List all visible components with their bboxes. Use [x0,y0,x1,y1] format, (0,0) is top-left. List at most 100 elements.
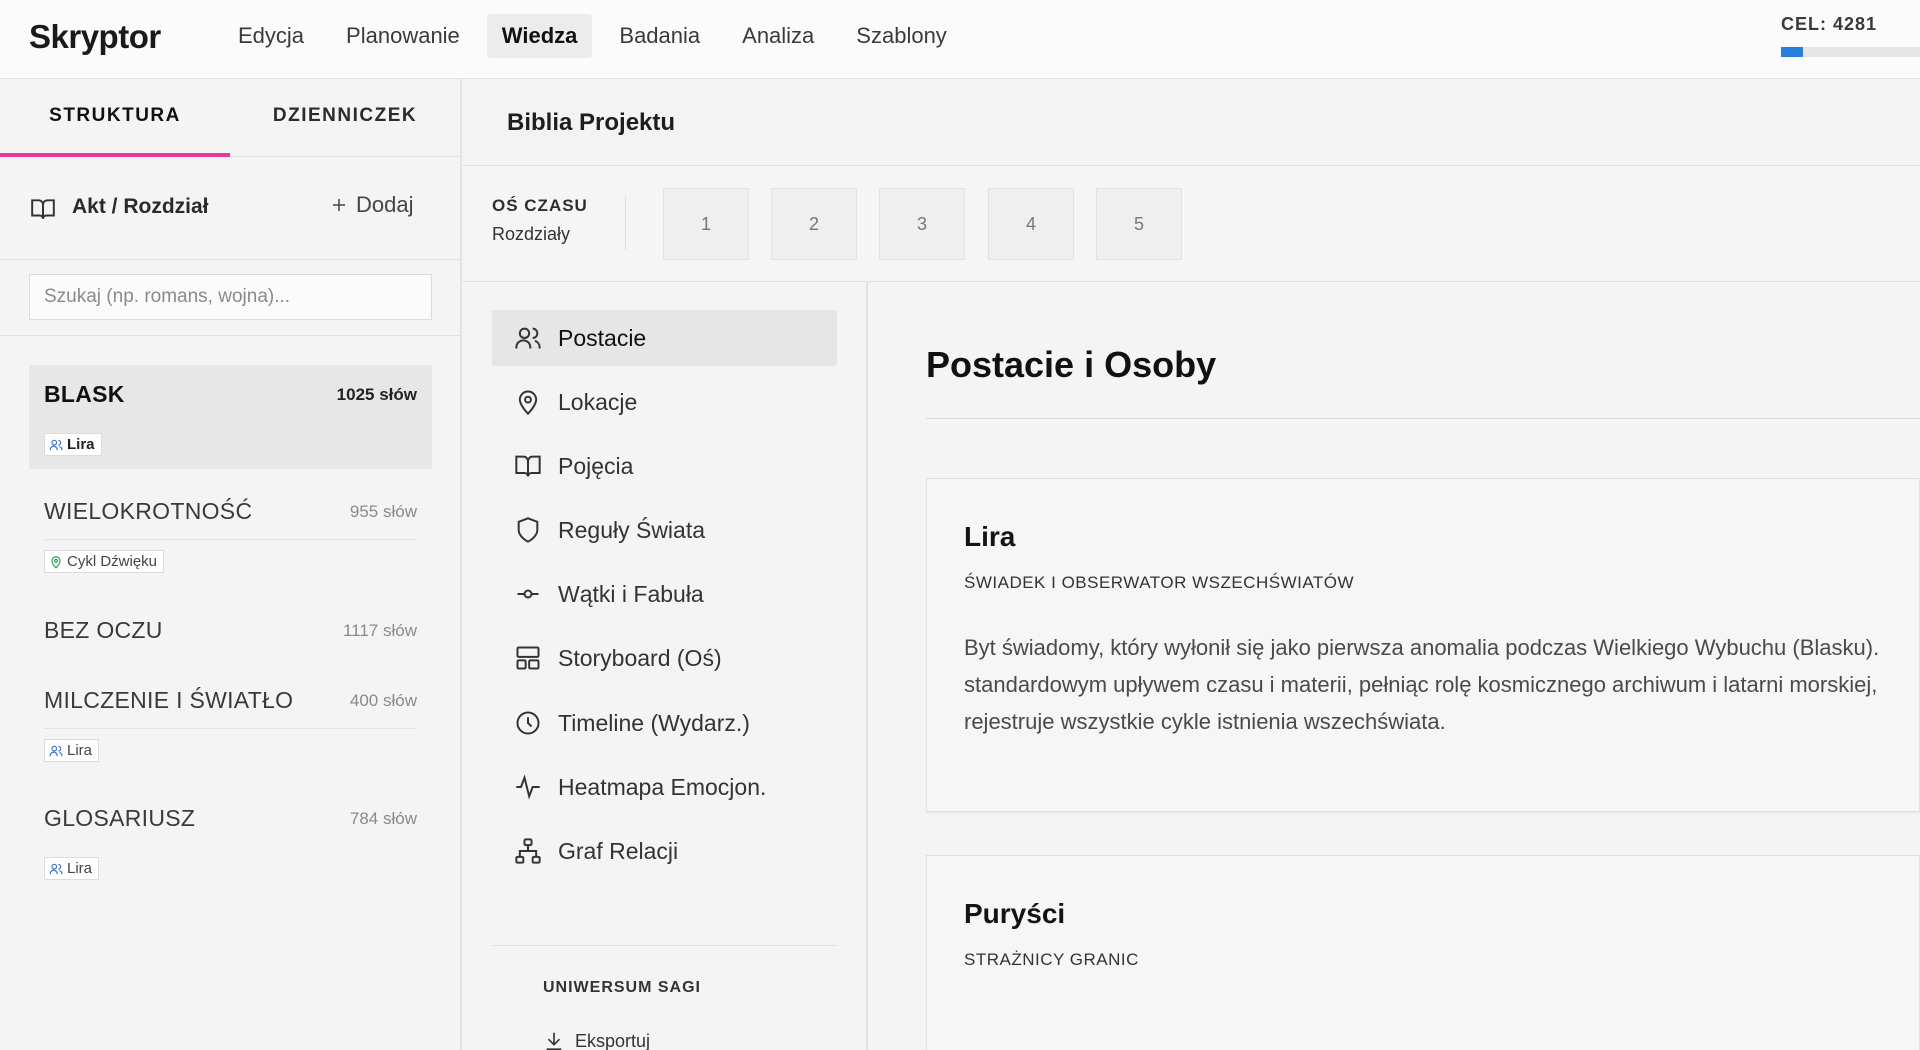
character-card-purysci[interactable]: Puryści STRAŻNICY GRANIC [926,855,1920,1050]
book-icon [515,455,541,477]
nav-analiza[interactable]: Analiza [727,14,829,58]
timeline-chapter-3[interactable]: 3 [879,188,965,260]
sidebar-tabs: STRUKTURA DZIENNICZEK [0,79,460,157]
nav-badania[interactable]: Badania [604,14,715,58]
timeline-chapter-2[interactable]: 2 [771,188,857,260]
divider [625,196,626,250]
knowledge-item-reguly-swiata[interactable]: Reguły Świata [492,502,837,558]
main-header: Biblia Projektu [462,79,1920,166]
commit-icon [517,589,539,599]
chapter-title: MILCZENIE I ŚWIATŁO [44,687,294,713]
timeline-chapter-1[interactable]: 1 [663,188,749,260]
tag-label: Lira [67,742,93,759]
shield-icon [517,517,539,543]
chapter-item-wielokrotnosc[interactable]: WIELOKROTNOŚĆ 955 słów Cykl Dźwięku [29,484,432,584]
character-role: ŚWIADEK I OBSERWATOR WSZECHŚWIATÓW [964,573,1355,592]
character-role: STRAŻNICY GRANIC [964,950,1139,969]
character-description: Byt świadomy, który wyłonił się jako pie… [964,629,1920,740]
act-chapter-label: Akt / Rozdział [72,195,209,218]
chapter-title: BEZ OCZU [44,617,163,643]
clock-icon [516,711,540,735]
users-icon [49,745,63,756]
goal-label: CEL: 4281 [1781,14,1878,34]
plus-icon [333,199,345,211]
chapter-title: BLASK [44,381,125,407]
knowledge-item-label: Storyboard (Oś) [558,644,722,671]
chapter-item-blask[interactable]: BLASK 1025 słów Lira [29,365,432,469]
timeline-label: OŚ CZASU [492,196,588,215]
timeline-chapter-4[interactable]: 4 [988,188,1074,260]
knowledge-item-storyboard[interactable]: Storyboard (Oś) [492,630,837,686]
knowledge-item-label: Heatmapa Emocjon. [558,773,767,800]
knowledge-item-label: Pojęcia [558,452,634,479]
tab-dzienniczek[interactable]: DZIENNICZEK [230,79,460,157]
activity-icon [516,774,540,800]
chapter-timeline: OŚ CZASU Rozdziały 1 2 3 4 5 [462,166,1920,282]
nav-szablony[interactable]: Szablony [841,14,962,58]
divider [926,418,1920,419]
knowledge-item-postacie[interactable]: Postacie [492,310,837,366]
knowledge-nav: Postacie Lokacje Pojęcia Reguły Świata W… [462,282,868,1050]
chapter-item-glosariusz[interactable]: GLOSARIUSZ 784 słów Lira [29,791,432,891]
character-name: Puryści [964,898,1066,929]
export-button[interactable]: Eksportuj [543,1030,650,1050]
chapter-word-count: 1117 słów [342,621,417,640]
knowledge-item-watki-i-fabula[interactable]: Wątki i Fabuła [492,566,837,622]
nav-wiedza[interactable]: Wiedza [486,14,593,58]
section-title: Postacie i Osoby [926,344,1217,385]
section-heading: UNIWERSUM SAGI [543,979,701,996]
knowledge-item-timeline[interactable]: Timeline (Wydarz.) [492,695,837,751]
nav-planowanie[interactable]: Planowanie [331,14,475,58]
chapter-item-milczenie-i-swiatlo[interactable]: MILCZENIE I ŚWIATŁO 400 słów Lira [29,673,432,773]
search-input[interactable] [29,274,432,320]
chapter-item-bez-oczu[interactable]: BEZ OCZU 1117 słów [29,603,432,663]
tag-label: Cykl Dźwięku [67,553,158,570]
chapter-word-count: 784 słów [349,809,417,828]
divider [0,335,460,336]
character-tag[interactable]: Lira [44,857,100,880]
character-tag[interactable]: Lira [44,433,102,456]
knowledge-item-label: Graf Relacji [558,837,679,864]
chapter-title: GLOSARIUSZ [44,805,196,831]
export-label: Eksportuj [575,1030,651,1050]
add-chapter-label: Dodaj [356,192,414,217]
tab-struktura[interactable]: STRUKTURA [0,79,230,157]
knowledge-item-label: Lokacje [558,388,638,415]
timeline-chapter-5[interactable]: 5 [1096,188,1182,260]
page-title: Biblia Projektu [507,109,676,136]
map-pin-icon [518,390,538,416]
main-nav: Edycja Planowanie Wiedza Badania Analiza… [223,14,974,58]
divider [492,945,837,946]
character-tag[interactable]: Lira [44,739,100,762]
chapter-word-count: 1025 słów [336,385,417,404]
knowledge-item-label: Postacie [558,324,647,351]
knowledge-item-label: Wątki i Fabuła [558,580,704,607]
chapter-title: WIELOKROTNOŚĆ [44,498,253,524]
chapter-word-count: 400 słów [349,691,417,710]
nav-edycja[interactable]: Edycja [223,14,319,58]
users-icon [515,327,541,349]
character-name: Lira [964,521,1016,552]
description-line: standardowym upływem czasu i materii, pe… [964,672,1878,697]
knowledge-item-heatmapa[interactable]: Heatmapa Emocjon. [492,759,837,815]
knowledge-item-lokacje[interactable]: Lokacje [492,374,837,430]
top-bar: Skryptor Edycja Planowanie Wiedza Badani… [0,0,1920,79]
character-card-lira[interactable]: Lira ŚWIADEK I OBSERWATOR WSZECHŚWIATÓW … [926,478,1920,812]
add-chapter-button[interactable]: Dodaj [330,192,413,218]
description-line: Byt świadomy, który wyłonił się jako pie… [964,635,1880,660]
timeline-sublabel: Rozdziały [492,224,571,244]
knowledge-item-graf-relacji[interactable]: Graf Relacji [492,823,837,879]
sidebar-header: Akt / Rozdział Dodaj [0,158,460,260]
knowledge-item-label: Reguły Świata [558,516,706,543]
layout-icon [516,646,540,670]
book-icon [31,199,55,219]
users-icon [49,863,63,874]
location-tag[interactable]: Cykl Dźwięku [44,550,165,573]
map-pin-icon [51,555,61,569]
characters-panel: Postacie i Osoby Lira ŚWIADEK I OBSERWAT… [868,282,1920,1050]
knowledge-item-pojecia[interactable]: Pojęcia [492,438,837,494]
goal-progress-fill [1781,47,1804,57]
chapter-word-count: 955 słów [349,502,417,521]
download-icon [546,1032,562,1050]
description-line: rejestruje wszystkie cykle istnienia wsz… [964,709,1446,734]
